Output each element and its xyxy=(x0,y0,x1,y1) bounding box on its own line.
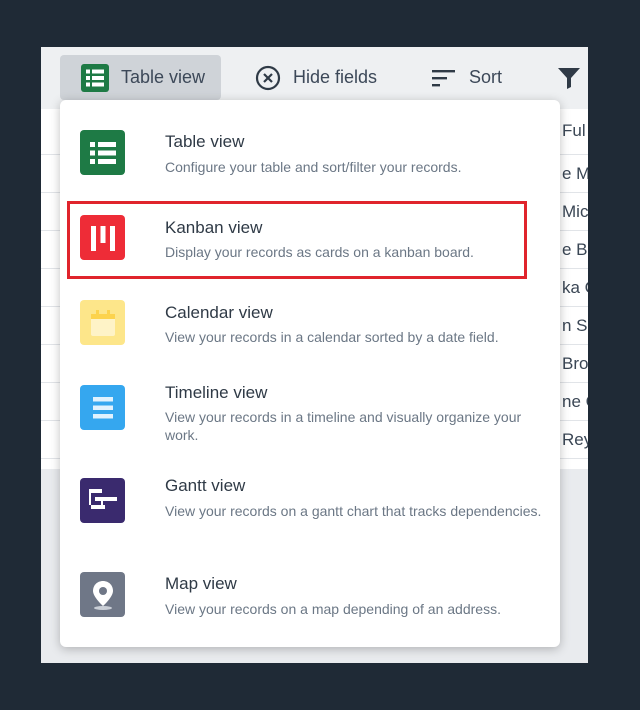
timeline-icon xyxy=(80,385,125,430)
gantt-icon xyxy=(80,478,125,523)
menu-item-map-view[interactable]: Map view View your records on a map depe… xyxy=(60,556,560,647)
menu-item-description: View your records on a map depending of … xyxy=(165,601,501,617)
grid-cell: Ful xyxy=(562,121,586,140)
calendar-icon xyxy=(80,300,125,345)
filter-funnel-icon xyxy=(557,66,581,90)
grid-cell: Mich xyxy=(562,202,588,221)
menu-item-title: Calendar view xyxy=(165,303,273,322)
menu-item-title: Map view xyxy=(165,574,237,593)
table-grid-icon xyxy=(80,130,125,175)
sort-button[interactable]: Sort xyxy=(431,55,502,100)
table-view-button[interactable]: Table view xyxy=(60,55,221,100)
selection-highlight xyxy=(67,201,527,279)
menu-item-description: Configure your table and sort/filter you… xyxy=(165,159,462,175)
menu-item-timeline-view[interactable]: Timeline view View your records in a tim… xyxy=(60,354,560,464)
filter-button[interactable] xyxy=(557,55,581,100)
grid-cell: e Bir xyxy=(562,240,588,259)
grid-cell: n Sh xyxy=(562,316,588,335)
menu-item-gantt-view[interactable]: Gantt view View your records on a gantt … xyxy=(60,464,560,556)
menu-item-title: Timeline view xyxy=(165,383,268,402)
table-grid-icon xyxy=(81,63,109,92)
hide-circle-x-icon xyxy=(255,65,281,91)
grid-cell: ne C xyxy=(562,392,588,411)
menu-item-title: Gantt view xyxy=(165,476,246,495)
menu-item-description: View your records in a timeline and visu… xyxy=(165,409,522,443)
grid-cell: Broo xyxy=(562,354,588,373)
menu-item-calendar-view[interactable]: Calendar view View your records in a cal… xyxy=(60,274,560,354)
table-view-label: Table view xyxy=(121,67,206,87)
hide-fields-button[interactable]: Hide fields xyxy=(255,55,377,100)
map-pin-icon xyxy=(80,572,125,617)
menu-item-description: View your records in a calendar sorted b… xyxy=(165,329,499,345)
grid-cell: ka C xyxy=(562,278,588,297)
view-type-menu: Table view Configure your table and sort… xyxy=(60,100,560,647)
hide-fields-label: Hide fields xyxy=(293,67,378,87)
menu-item-description: View your records on a gantt chart that … xyxy=(165,503,542,519)
menu-item-title: Table view xyxy=(165,132,245,151)
sort-lines-icon xyxy=(431,68,457,88)
menu-item-table-view[interactable]: Table view Configure your table and sort… xyxy=(60,100,560,188)
grid-cell: Reyn xyxy=(562,430,588,449)
sort-label: Sort xyxy=(469,67,503,87)
grid-cell: e Mo xyxy=(562,164,588,183)
